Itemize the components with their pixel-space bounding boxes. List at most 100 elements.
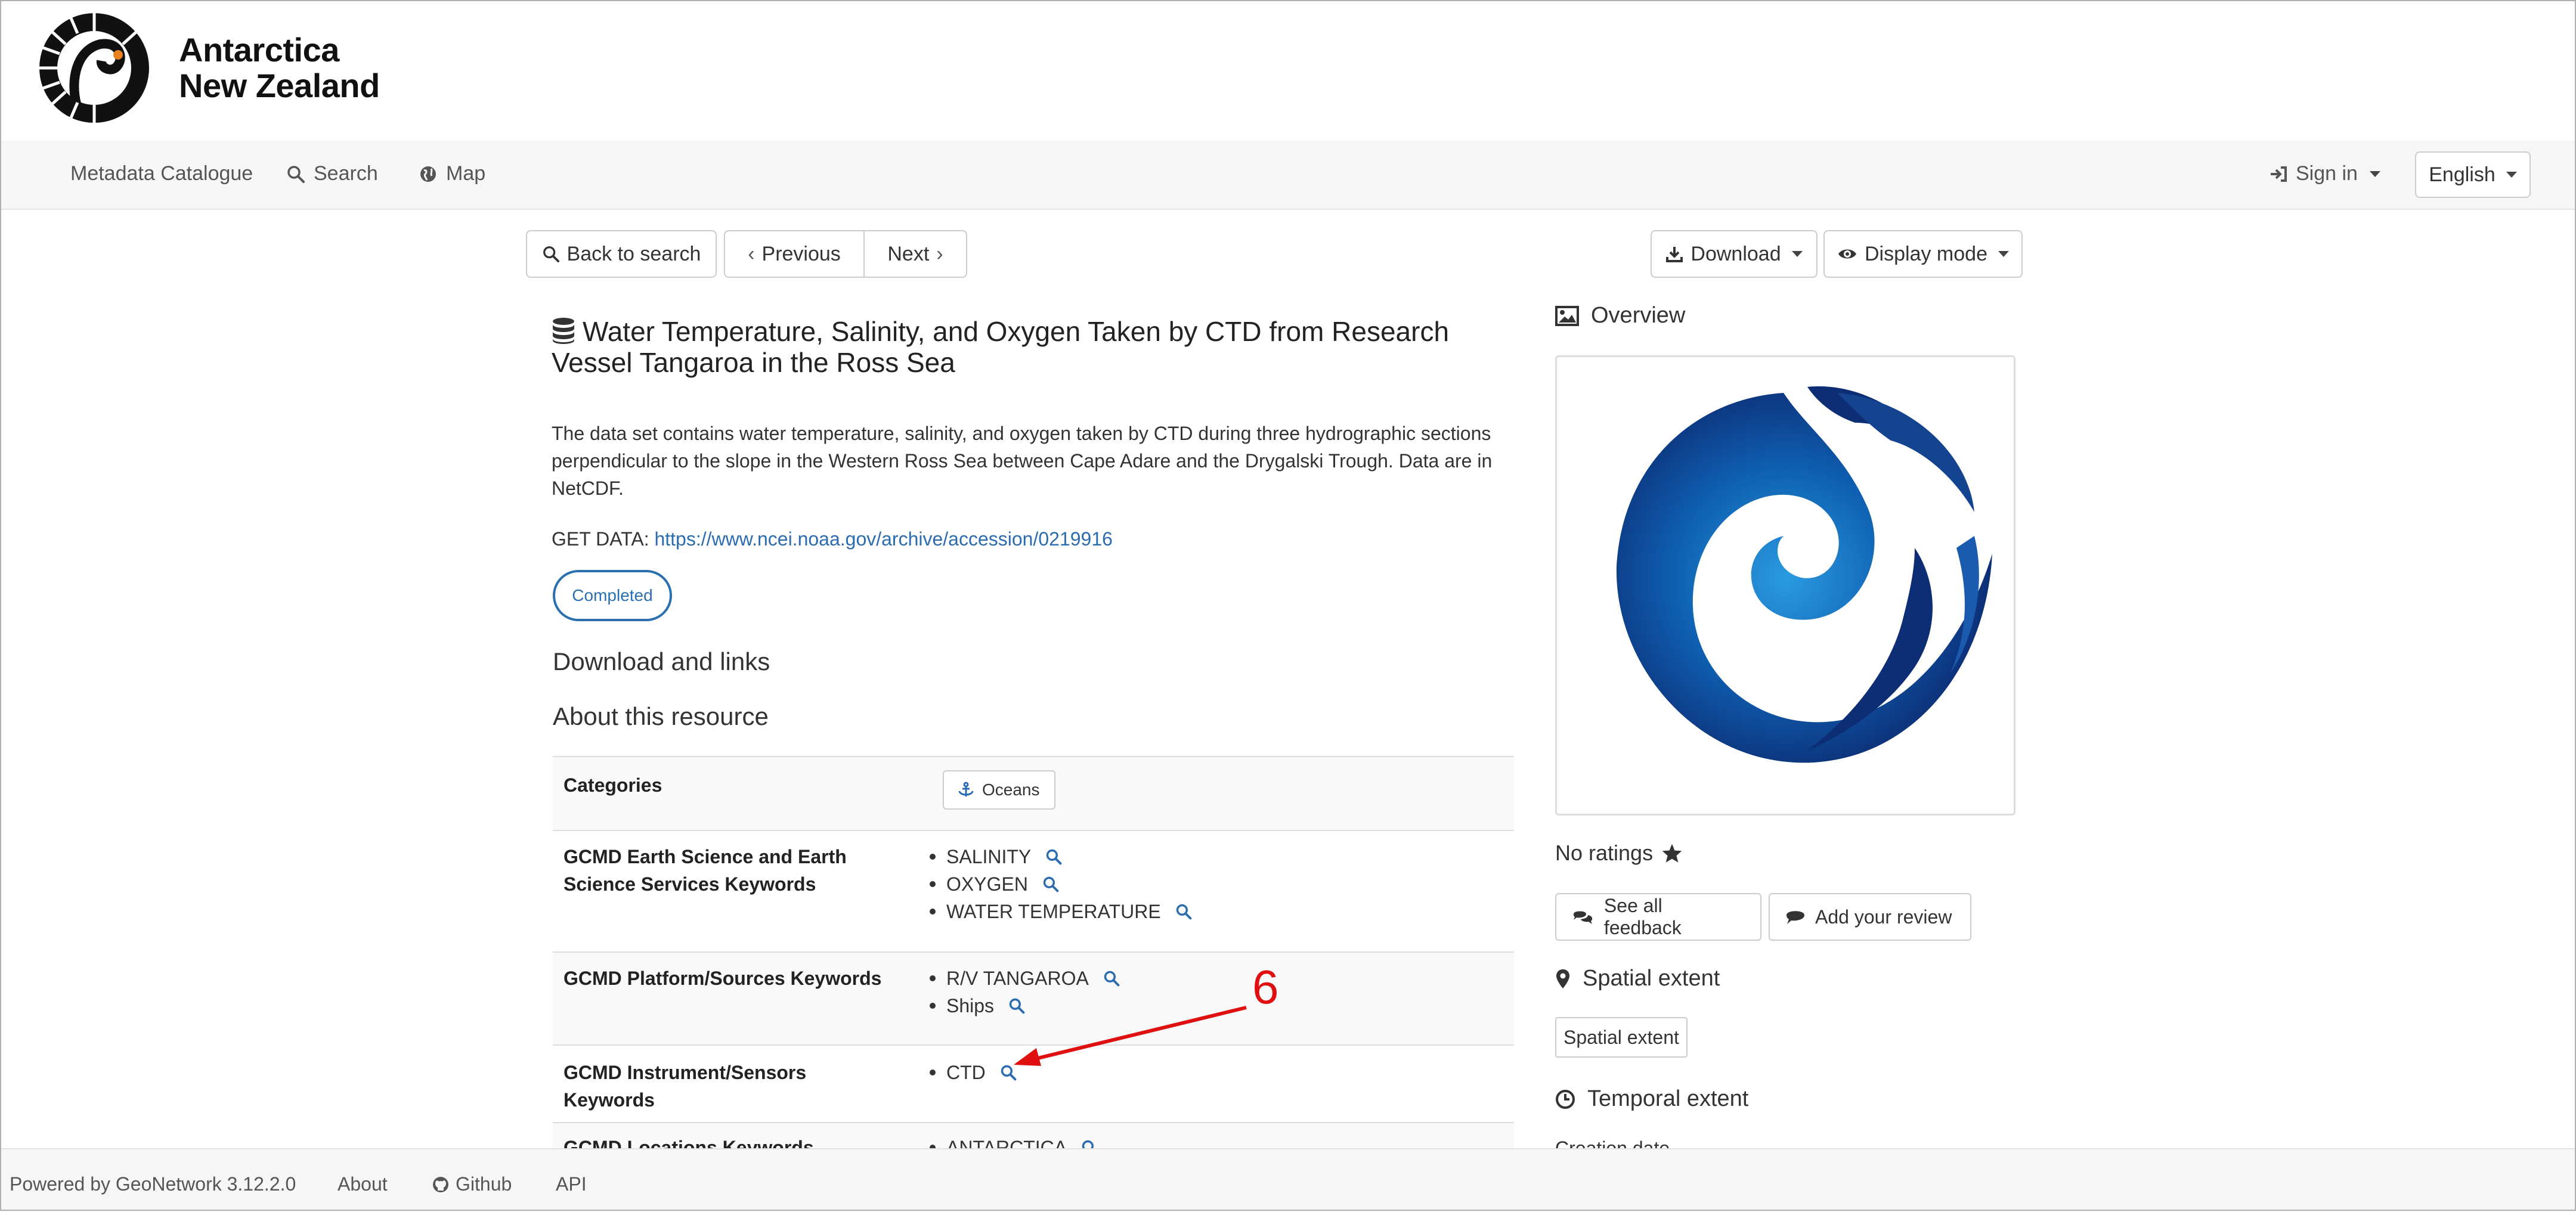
record-title-text: Water Temperature, Salinity, and Oxygen …: [552, 316, 1450, 378]
nav-search[interactable]: Search: [286, 162, 378, 185]
footer-about-link[interactable]: About: [338, 1173, 388, 1195]
keyword-item: CTD: [927, 1059, 1017, 1086]
bullet-icon: [930, 881, 936, 887]
spatial-extent-button[interactable]: Spatial extent: [1555, 1017, 1688, 1058]
keyword-list: CTD: [927, 1059, 1017, 1086]
display-mode-dropdown[interactable]: Display mode: [1823, 230, 2023, 278]
keyword-label: Ships: [946, 994, 995, 1016]
search-icon[interactable]: [1042, 876, 1059, 892]
nav-metadata-catalogue[interactable]: Metadata Catalogue: [70, 162, 253, 185]
chevron-down-icon: [1791, 251, 1803, 257]
nav-search-label: Search: [314, 162, 378, 185]
keyword-label: R/V TANGAROA: [946, 967, 1089, 989]
search-icon[interactable]: [1103, 970, 1120, 987]
bullet-icon: [930, 1070, 936, 1075]
footer-github-label: Github: [456, 1173, 512, 1195]
keyword-label: WATER TEMPERATURE: [946, 900, 1161, 922]
search-icon[interactable]: [1175, 903, 1192, 920]
categories-label: Categories: [564, 774, 662, 796]
table-row-categories: Categories Oceans: [553, 757, 1514, 831]
keyword-item: OXYGEN: [927, 870, 1192, 898]
footer-github-link[interactable]: Github: [432, 1173, 512, 1195]
clock-icon: [1556, 1089, 1575, 1109]
spatial-extent-button-label: Spatial extent: [1563, 1026, 1679, 1048]
site-footer: Powered by GeoNetwork 3.12.2.0 About Git…: [0, 1148, 2576, 1212]
download-dropdown[interactable]: Download: [1651, 230, 1818, 278]
brand-line-1: Antarctica: [179, 31, 339, 69]
overview-heading: Overview: [1555, 303, 1685, 328]
category-oceans-button[interactable]: Oceans: [943, 770, 1055, 810]
search-icon[interactable]: [1045, 848, 1062, 865]
chevron-right-icon: ›: [936, 242, 943, 265]
antarctica-nz-logo-icon[interactable]: [35, 8, 154, 128]
comment-icon: [1787, 911, 1804, 924]
about-table: Categories Oceans GCMD Earth Science and…: [553, 756, 1514, 1189]
search-icon: [287, 165, 305, 183]
image-icon: [1555, 305, 1579, 326]
keyword-item: SALINITY: [927, 843, 1192, 870]
database-icon: [553, 318, 574, 344]
sign-in-label: Sign in: [2296, 162, 2358, 185]
back-to-search-button[interactable]: Back to search: [526, 230, 717, 278]
comments-icon: [1573, 911, 1593, 924]
temporal-extent-label: Temporal extent: [1587, 1086, 1749, 1111]
previous-button[interactable]: ‹ Previous: [724, 230, 865, 278]
record-description: The data set contains water temperature,…: [552, 423, 1493, 499]
sign-in-icon: [2271, 166, 2287, 182]
anchor-icon: [958, 782, 974, 796]
footer-powered-by[interactable]: Powered by GeoNetwork 3.12.2.0: [10, 1173, 296, 1195]
get-data-link[interactable]: https://www.ncei.noaa.gov/archive/access…: [654, 528, 1112, 550]
sign-in-dropdown[interactable]: Sign in: [2270, 162, 2380, 185]
keyword-label: CTD: [946, 1061, 986, 1083]
download-label: Download: [1690, 242, 1781, 265]
previous-label: Previous: [761, 242, 841, 265]
chevron-down-icon: [1998, 251, 2009, 257]
next-button[interactable]: Next ›: [863, 230, 967, 278]
chevron-down-icon: [2369, 171, 2380, 177]
no-ratings-label: No ratings: [1555, 841, 1654, 865]
display-mode-label: Display mode: [1865, 242, 1987, 265]
spatial-extent-heading: Spatial extent: [1555, 966, 1720, 991]
record-thumbnail-logo-icon: [1616, 386, 1992, 763]
keyword-label: SALINITY: [946, 845, 1032, 867]
eye-icon: [1838, 249, 1856, 259]
download-icon: [1666, 247, 1683, 262]
github-icon: [433, 1176, 448, 1192]
star-icon[interactable]: [1661, 843, 1683, 863]
nav-map-label: Map: [446, 162, 486, 185]
back-to-search-label: Back to search: [566, 242, 701, 265]
ratings: No ratings: [1555, 841, 1683, 866]
map-marker-icon: [1556, 969, 1569, 988]
site-header: Antarctica New Zealand: [0, 0, 2576, 141]
overview-image[interactable]: [1555, 355, 2015, 816]
language-selector[interactable]: English: [2415, 151, 2531, 198]
annotation-number: 6: [1252, 960, 1279, 1013]
table-row: GCMD Earth Science and Earth Science Ser…: [553, 831, 1514, 953]
see-all-feedback-button[interactable]: See all feedback: [1555, 893, 1761, 941]
keyword-group-label: GCMD Platform/Sources Keywords: [564, 968, 882, 989]
chevron-down-icon: [2506, 172, 2517, 178]
globe-icon: [420, 166, 436, 182]
search-icon: [543, 246, 559, 263]
temporal-extent-heading: Temporal extent: [1555, 1086, 1748, 1112]
record-title: Water Temperature, Salinity, and Oxygen …: [552, 316, 1470, 378]
keyword-list: SALINITY OXYGEN WATER TEMPERATURE: [927, 843, 1192, 925]
next-label: Next: [887, 242, 930, 265]
brand-name[interactable]: Antarctica New Zealand: [179, 32, 380, 104]
add-review-button[interactable]: Add your review: [1769, 893, 1971, 941]
keyword-label: OXYGEN: [946, 873, 1028, 895]
footer-api-link[interactable]: API: [556, 1173, 587, 1195]
status-badge: Completed: [553, 570, 672, 621]
nav-metadata-catalogue-label: Metadata Catalogue: [70, 162, 253, 185]
top-nav: Metadata Catalogue Search Map Sign in En…: [0, 141, 2576, 210]
get-data-label: GET DATA:: [552, 528, 649, 550]
bullet-icon: [930, 909, 936, 915]
keyword-group-label: GCMD Instrument/Sensors Keywords: [564, 1062, 807, 1111]
bullet-icon: [930, 854, 936, 860]
nav-map[interactable]: Map: [419, 162, 485, 185]
keyword-item: R/V TANGAROA: [927, 965, 1120, 992]
overview-label: Overview: [1591, 303, 1686, 328]
keyword-item: WATER TEMPERATURE: [927, 898, 1192, 925]
bullet-icon: [930, 1003, 936, 1009]
bullet-icon: [930, 975, 936, 981]
